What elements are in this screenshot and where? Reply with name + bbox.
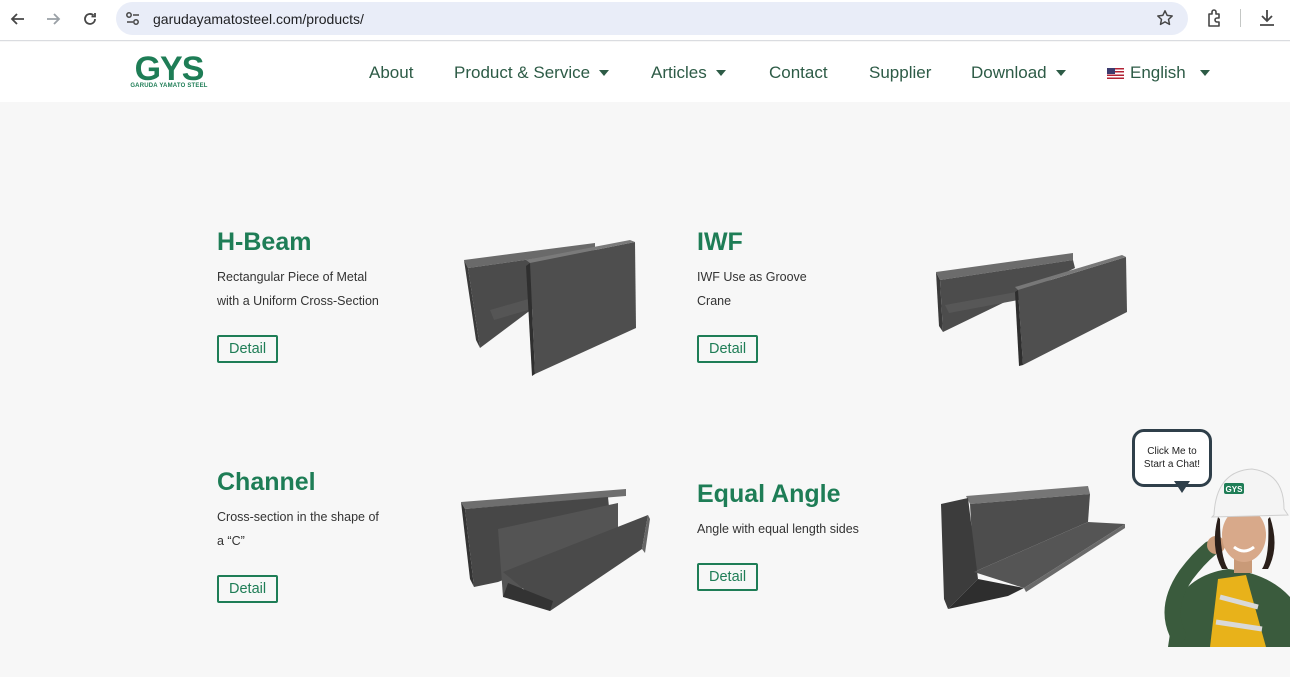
caret-down-icon [1199,70,1210,76]
nav-about-label: About [369,63,414,82]
product-title: H-Beam [217,228,312,256]
product-card-h-beam: H-Beam Rectangular Piece of Metal with a… [217,228,379,363]
address-bar[interactable]: garudayamatosteel.com/products/ [116,2,1188,35]
detail-button[interactable]: Detail [217,335,279,363]
site-header: GYS GARUDA YAMATO STEEL About Product & … [0,42,1290,102]
language-label: English [1130,63,1186,82]
product-description-line: with a Uniform Cross-Section [217,294,379,308]
product-card-equal-angle: Equal Angle Angle with equal length side… [697,480,859,591]
download-icon[interactable] [1256,7,1278,29]
h-beam-image [464,240,636,376]
product-description-line: Cross-section in the shape of [217,510,379,524]
product-card-channel: Channel Cross-section in the shape of a … [217,468,379,603]
product-description: Cross-section in the shape of a “C” [217,505,379,553]
language-selector[interactable]: English [1107,63,1210,83]
product-card-iwf: IWF IWF Use as Groove Crane Detail [697,228,807,363]
chat-widget[interactable]: Click Me to Start a Chat! GYS [1128,427,1290,649]
extensions-icon[interactable] [1204,7,1226,29]
bookmark-star-icon[interactable] [1156,9,1174,27]
nav-contact-label: Contact [769,63,828,82]
nav-product-service[interactable]: Product & Service [454,63,610,83]
equal-angle-image [941,486,1125,609]
gys-logo-mark: GYS [135,50,205,88]
arrow-left-icon [10,13,24,25]
product-description-line: Angle with equal length sides [697,522,859,536]
nav-download[interactable]: Download [971,63,1066,83]
logo-subtitle: GARUDA YAMATO STEEL [130,83,208,89]
product-title: IWF [697,228,743,256]
product-description: IWF Use as Groove Crane [697,265,807,313]
caret-down-icon [1055,70,1066,76]
nav-product-service-label: Product & Service [454,63,591,82]
caret-down-icon [599,70,610,76]
nav-supplier-label: Supplier [869,63,932,82]
arrow-right-icon [47,13,61,25]
product-title: Equal Angle [697,480,841,508]
site-settings-icon[interactable] [124,10,142,28]
nav-download-label: Download [971,63,1047,82]
detail-button[interactable]: Detail [697,335,759,363]
channel-image [461,489,650,611]
nav-articles[interactable]: Articles [651,63,726,83]
product-description: Rectangular Piece of Metal with a Unifor… [217,265,379,313]
toolbar-divider [1240,9,1241,27]
product-description-line: IWF Use as Groove [697,270,807,284]
url-text[interactable]: garudayamatosteel.com/products/ [153,11,364,27]
nav-contact[interactable]: Contact [769,63,828,83]
detail-button[interactable]: Detail [697,563,759,591]
iwf-image [936,253,1127,366]
us-flag-icon [1107,67,1124,79]
nav-articles-label: Articles [651,63,707,82]
product-description-line: Crane [697,294,732,308]
reload-button[interactable] [77,6,103,32]
helmet-badge-text: GYS [1226,485,1244,494]
forward-button[interactable] [40,6,66,32]
browser-toolbar: garudayamatosteel.com/products/ [0,0,1290,41]
nav-about[interactable]: About [369,63,413,83]
detail-button[interactable]: Detail [217,575,279,603]
gys-logo[interactable]: GYS GARUDA YAMATO STEEL [127,50,211,92]
product-description-line: Rectangular Piece of Metal [217,270,368,284]
reload-icon [84,13,96,25]
back-button[interactable] [5,6,31,32]
product-description-line: a “C” [217,534,245,548]
nav-supplier[interactable]: Supplier [869,63,931,83]
logo-text: GYS [135,52,204,84]
product-title: Channel [217,468,316,496]
chat-assistant-avatar: GYS [1164,468,1290,647]
caret-down-icon [715,70,726,76]
product-description: Angle with equal length sides [697,517,859,541]
